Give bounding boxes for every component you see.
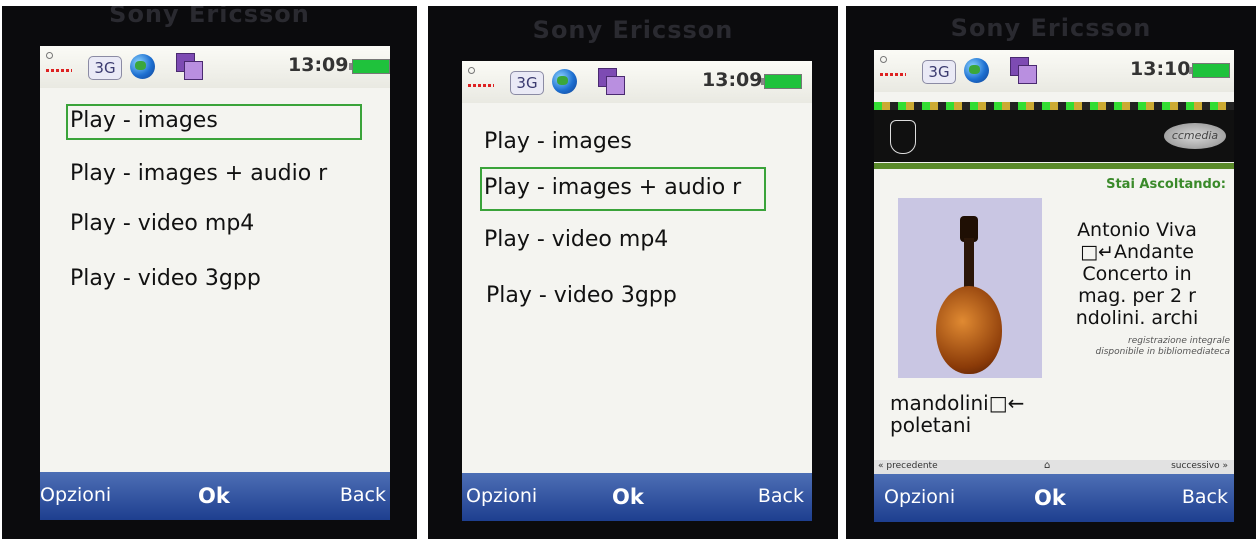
options-softkey[interactable]: Opzioni (884, 486, 955, 508)
signal-bars-icon (880, 73, 906, 76)
header-stripe (874, 102, 1234, 110)
menu-item-play-images[interactable]: Play - images (484, 129, 632, 154)
mandolin-body (936, 286, 1002, 374)
phone-screen: 3G 13:10 ccmedia Stai Ascoltando: Antoni… (874, 50, 1234, 522)
multitask-icon (1010, 57, 1037, 84)
options-softkey[interactable]: Opzioni (466, 485, 537, 507)
song-title-line: ndolini. archi (1075, 307, 1199, 329)
signal-bars-icon (468, 84, 494, 87)
network-3g-badge: 3G (922, 60, 956, 84)
menu-item-play-images[interactable]: Play - images (70, 108, 218, 133)
options-softkey[interactable]: Opzioni (40, 484, 111, 506)
signal-icon (468, 67, 475, 74)
menu-item-play-video-3gpp[interactable]: Play - video 3gpp (486, 283, 677, 308)
status-bar: 3G 13:09 (462, 61, 812, 103)
song-extra-line: poletani (890, 413, 972, 437)
ok-softkey[interactable]: Ok (612, 485, 644, 509)
clock: 13:09 (288, 54, 349, 76)
back-softkey[interactable]: Back (340, 484, 386, 506)
divider (874, 163, 1234, 169)
signal-icon (46, 52, 53, 59)
page-nav: « precedente ⌂ successivo » (874, 460, 1234, 474)
clock: 13:10 (1130, 58, 1191, 80)
phone-screen: 3G 13:09 Play - images Play - images + a… (462, 61, 812, 521)
song-title-line: Concerto in (1082, 263, 1192, 285)
song-extra-line: mandolini□← (890, 391, 1025, 415)
globe-icon (964, 58, 989, 83)
phone-photo-1: Sony Ericsson 3G 13:09 Play - images Pla… (2, 6, 417, 539)
status-bar: 3G 13:10 (874, 50, 1234, 92)
menu-item-play-images-audio[interactable]: Play - images + audio r (70, 161, 327, 186)
back-softkey[interactable]: Back (758, 485, 804, 507)
globe-icon (130, 54, 155, 79)
home-icon[interactable]: ⌂ (1044, 460, 1050, 471)
phone-photo-3: Sony Ericsson 3G 13:10 ccmedia Stai Asco… (846, 6, 1256, 539)
menu-item-play-images-audio[interactable]: Play - images + audio r (484, 175, 741, 200)
now-playing-label: Stai Ascoltando: (1106, 177, 1226, 192)
battery-icon (761, 74, 802, 89)
prev-link[interactable]: « precedente (878, 461, 938, 471)
song-title-line: mag. per 2 r (1078, 285, 1196, 307)
multitask-icon (598, 68, 625, 95)
phone-screen: 3G 13:09 Play - images Play - images + a… (40, 46, 390, 520)
ok-softkey[interactable]: Ok (1034, 486, 1066, 510)
status-bar: 3G 13:09 (40, 46, 390, 88)
phone-photo-2: Sony Ericsson 3G 13:09 Play - images Pla… (428, 6, 838, 539)
song-title-line: □↵Andante (1080, 241, 1194, 263)
ok-softkey[interactable]: Ok (198, 484, 230, 508)
recording-note: registrazione integrale (1128, 336, 1230, 346)
song-title-line: Antonio Viva (1077, 219, 1197, 241)
next-link[interactable]: successivo » (1171, 461, 1228, 471)
mandolin-image (898, 198, 1042, 378)
globe-icon (552, 69, 577, 94)
clock: 13:09 (702, 69, 763, 91)
battery-icon (1189, 63, 1230, 78)
signal-icon (880, 56, 887, 63)
battery-icon (349, 59, 390, 74)
multitask-icon (176, 53, 203, 80)
brand-label: Sony Ericsson (109, 6, 310, 28)
menu-item-play-video-3gpp[interactable]: Play - video 3gpp (70, 266, 261, 291)
softkey-bar: Opzioni Ok Back (40, 472, 390, 520)
network-3g-badge: 3G (510, 71, 544, 95)
back-softkey[interactable]: Back (1182, 486, 1228, 508)
menu-item-play-video-mp4[interactable]: Play - video mp4 (70, 211, 254, 236)
crest-logo (890, 120, 916, 154)
softkey-bar: Opzioni Ok Back (462, 473, 812, 521)
signal-bars-icon (46, 69, 72, 72)
softkey-bar: Opzioni Ok Back (874, 474, 1234, 522)
ccmedia-logo[interactable]: ccmedia (1164, 123, 1226, 149)
menu-item-play-video-mp4[interactable]: Play - video mp4 (484, 227, 668, 252)
brand-label: Sony Ericsson (950, 14, 1152, 42)
brand-label: Sony Ericsson (532, 16, 734, 44)
network-3g-badge: 3G (88, 56, 122, 80)
recording-note: disponibile in bibliomediateca (1095, 347, 1231, 357)
